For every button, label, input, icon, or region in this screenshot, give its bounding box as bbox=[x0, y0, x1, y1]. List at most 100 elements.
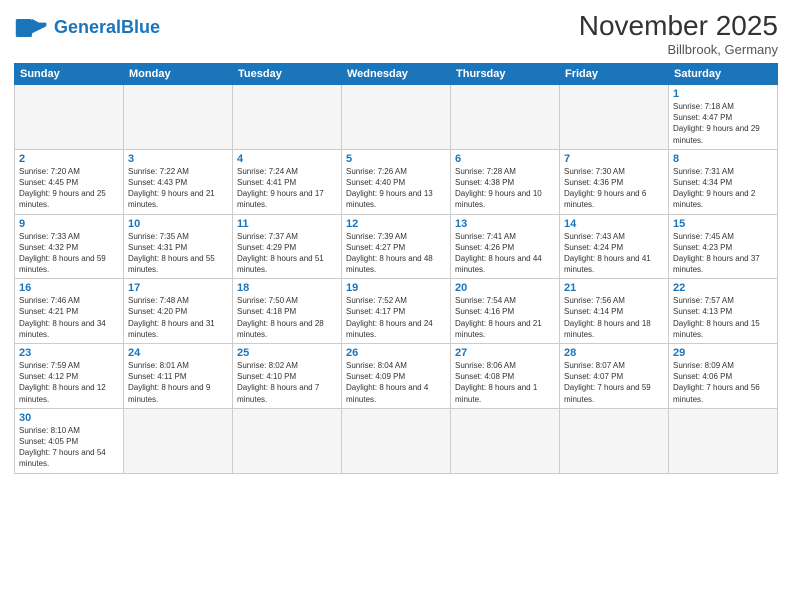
day-info: Sunrise: 7:31 AMSunset: 4:34 PMDaylight:… bbox=[673, 166, 773, 211]
calendar-cell bbox=[669, 408, 778, 473]
day-number: 12 bbox=[346, 218, 446, 230]
logo: GeneralBlue bbox=[14, 10, 160, 46]
calendar-cell: 1Sunrise: 7:18 AMSunset: 4:47 PMDaylight… bbox=[669, 85, 778, 150]
calendar-cell: 10Sunrise: 7:35 AMSunset: 4:31 PMDayligh… bbox=[124, 214, 233, 279]
title-area: November 2025 Billbrook, Germany bbox=[579, 10, 778, 57]
day-info: Sunrise: 7:48 AMSunset: 4:20 PMDaylight:… bbox=[128, 295, 228, 340]
calendar-cell: 21Sunrise: 7:56 AMSunset: 4:14 PMDayligh… bbox=[560, 279, 669, 344]
day-number: 19 bbox=[346, 282, 446, 294]
calendar-cell: 8Sunrise: 7:31 AMSunset: 4:34 PMDaylight… bbox=[669, 149, 778, 214]
day-number: 30 bbox=[19, 412, 119, 424]
day-number: 9 bbox=[19, 218, 119, 230]
day-info: Sunrise: 7:52 AMSunset: 4:17 PMDaylight:… bbox=[346, 295, 446, 340]
day-number: 2 bbox=[19, 153, 119, 165]
logo-icon bbox=[14, 10, 50, 46]
calendar-cell: 5Sunrise: 7:26 AMSunset: 4:40 PMDaylight… bbox=[342, 149, 451, 214]
calendar-cell: 27Sunrise: 8:06 AMSunset: 4:08 PMDayligh… bbox=[451, 344, 560, 409]
day-number: 3 bbox=[128, 153, 228, 165]
day-info: Sunrise: 7:28 AMSunset: 4:38 PMDaylight:… bbox=[455, 166, 555, 211]
week-row-6: 30Sunrise: 8:10 AMSunset: 4:05 PMDayligh… bbox=[15, 408, 778, 473]
week-row-3: 9Sunrise: 7:33 AMSunset: 4:32 PMDaylight… bbox=[15, 214, 778, 279]
day-info: Sunrise: 8:02 AMSunset: 4:10 PMDaylight:… bbox=[237, 360, 337, 405]
calendar-cell bbox=[342, 85, 451, 150]
day-info: Sunrise: 8:01 AMSunset: 4:11 PMDaylight:… bbox=[128, 360, 228, 405]
calendar-cell: 24Sunrise: 8:01 AMSunset: 4:11 PMDayligh… bbox=[124, 344, 233, 409]
calendar-cell bbox=[15, 85, 124, 150]
day-info: Sunrise: 7:43 AMSunset: 4:24 PMDaylight:… bbox=[564, 231, 664, 276]
weekday-header-wednesday: Wednesday bbox=[342, 64, 451, 85]
day-number: 28 bbox=[564, 347, 664, 359]
day-number: 13 bbox=[455, 218, 555, 230]
calendar-cell: 30Sunrise: 8:10 AMSunset: 4:05 PMDayligh… bbox=[15, 408, 124, 473]
day-info: Sunrise: 7:22 AMSunset: 4:43 PMDaylight:… bbox=[128, 166, 228, 211]
day-info: Sunrise: 7:18 AMSunset: 4:47 PMDaylight:… bbox=[673, 101, 773, 146]
page: GeneralBlue November 2025 Billbrook, Ger… bbox=[0, 0, 792, 612]
weekday-header-row: SundayMondayTuesdayWednesdayThursdayFrid… bbox=[15, 64, 778, 85]
day-info: Sunrise: 7:37 AMSunset: 4:29 PMDaylight:… bbox=[237, 231, 337, 276]
logo-blue: Blue bbox=[121, 17, 160, 37]
logo-text: GeneralBlue bbox=[54, 18, 160, 38]
day-number: 22 bbox=[673, 282, 773, 294]
day-info: Sunrise: 7:41 AMSunset: 4:26 PMDaylight:… bbox=[455, 231, 555, 276]
location-subtitle: Billbrook, Germany bbox=[579, 42, 778, 57]
day-info: Sunrise: 7:30 AMSunset: 4:36 PMDaylight:… bbox=[564, 166, 664, 211]
calendar-cell: 3Sunrise: 7:22 AMSunset: 4:43 PMDaylight… bbox=[124, 149, 233, 214]
week-row-5: 23Sunrise: 7:59 AMSunset: 4:12 PMDayligh… bbox=[15, 344, 778, 409]
day-info: Sunrise: 7:35 AMSunset: 4:31 PMDaylight:… bbox=[128, 231, 228, 276]
calendar-cell bbox=[451, 85, 560, 150]
calendar-cell bbox=[124, 408, 233, 473]
calendar-cell: 29Sunrise: 8:09 AMSunset: 4:06 PMDayligh… bbox=[669, 344, 778, 409]
day-info: Sunrise: 7:26 AMSunset: 4:40 PMDaylight:… bbox=[346, 166, 446, 211]
calendar-cell: 14Sunrise: 7:43 AMSunset: 4:24 PMDayligh… bbox=[560, 214, 669, 279]
day-number: 29 bbox=[673, 347, 773, 359]
day-number: 24 bbox=[128, 347, 228, 359]
weekday-header-tuesday: Tuesday bbox=[233, 64, 342, 85]
day-info: Sunrise: 8:10 AMSunset: 4:05 PMDaylight:… bbox=[19, 425, 119, 470]
calendar-cell bbox=[233, 408, 342, 473]
calendar-cell: 15Sunrise: 7:45 AMSunset: 4:23 PMDayligh… bbox=[669, 214, 778, 279]
day-info: Sunrise: 7:50 AMSunset: 4:18 PMDaylight:… bbox=[237, 295, 337, 340]
day-number: 7 bbox=[564, 153, 664, 165]
calendar-cell: 17Sunrise: 7:48 AMSunset: 4:20 PMDayligh… bbox=[124, 279, 233, 344]
week-row-1: 1Sunrise: 7:18 AMSunset: 4:47 PMDaylight… bbox=[15, 85, 778, 150]
weekday-header-friday: Friday bbox=[560, 64, 669, 85]
day-info: Sunrise: 8:04 AMSunset: 4:09 PMDaylight:… bbox=[346, 360, 446, 405]
day-info: Sunrise: 8:09 AMSunset: 4:06 PMDaylight:… bbox=[673, 360, 773, 405]
weekday-header-monday: Monday bbox=[124, 64, 233, 85]
day-number: 18 bbox=[237, 282, 337, 294]
day-info: Sunrise: 7:24 AMSunset: 4:41 PMDaylight:… bbox=[237, 166, 337, 211]
day-info: Sunrise: 8:06 AMSunset: 4:08 PMDaylight:… bbox=[455, 360, 555, 405]
calendar-cell: 25Sunrise: 8:02 AMSunset: 4:10 PMDayligh… bbox=[233, 344, 342, 409]
day-info: Sunrise: 7:20 AMSunset: 4:45 PMDaylight:… bbox=[19, 166, 119, 211]
logo-general: General bbox=[54, 17, 121, 37]
calendar-cell bbox=[560, 408, 669, 473]
calendar-cell: 13Sunrise: 7:41 AMSunset: 4:26 PMDayligh… bbox=[451, 214, 560, 279]
calendar-cell bbox=[560, 85, 669, 150]
weekday-header-thursday: Thursday bbox=[451, 64, 560, 85]
calendar-cell: 9Sunrise: 7:33 AMSunset: 4:32 PMDaylight… bbox=[15, 214, 124, 279]
day-info: Sunrise: 7:45 AMSunset: 4:23 PMDaylight:… bbox=[673, 231, 773, 276]
day-info: Sunrise: 7:56 AMSunset: 4:14 PMDaylight:… bbox=[564, 295, 664, 340]
day-number: 20 bbox=[455, 282, 555, 294]
calendar-cell: 23Sunrise: 7:59 AMSunset: 4:12 PMDayligh… bbox=[15, 344, 124, 409]
calendar-cell: 2Sunrise: 7:20 AMSunset: 4:45 PMDaylight… bbox=[15, 149, 124, 214]
day-number: 16 bbox=[19, 282, 119, 294]
calendar-cell: 12Sunrise: 7:39 AMSunset: 4:27 PMDayligh… bbox=[342, 214, 451, 279]
calendar-cell bbox=[451, 408, 560, 473]
calendar-cell: 16Sunrise: 7:46 AMSunset: 4:21 PMDayligh… bbox=[15, 279, 124, 344]
day-info: Sunrise: 7:54 AMSunset: 4:16 PMDaylight:… bbox=[455, 295, 555, 340]
week-row-4: 16Sunrise: 7:46 AMSunset: 4:21 PMDayligh… bbox=[15, 279, 778, 344]
day-info: Sunrise: 8:07 AMSunset: 4:07 PMDaylight:… bbox=[564, 360, 664, 405]
calendar: SundayMondayTuesdayWednesdayThursdayFrid… bbox=[14, 63, 778, 474]
calendar-cell: 18Sunrise: 7:50 AMSunset: 4:18 PMDayligh… bbox=[233, 279, 342, 344]
calendar-cell: 20Sunrise: 7:54 AMSunset: 4:16 PMDayligh… bbox=[451, 279, 560, 344]
calendar-cell bbox=[342, 408, 451, 473]
day-number: 23 bbox=[19, 347, 119, 359]
day-number: 11 bbox=[237, 218, 337, 230]
weekday-header-sunday: Sunday bbox=[15, 64, 124, 85]
day-number: 6 bbox=[455, 153, 555, 165]
day-number: 14 bbox=[564, 218, 664, 230]
calendar-cell: 4Sunrise: 7:24 AMSunset: 4:41 PMDaylight… bbox=[233, 149, 342, 214]
week-row-2: 2Sunrise: 7:20 AMSunset: 4:45 PMDaylight… bbox=[15, 149, 778, 214]
calendar-cell: 28Sunrise: 8:07 AMSunset: 4:07 PMDayligh… bbox=[560, 344, 669, 409]
